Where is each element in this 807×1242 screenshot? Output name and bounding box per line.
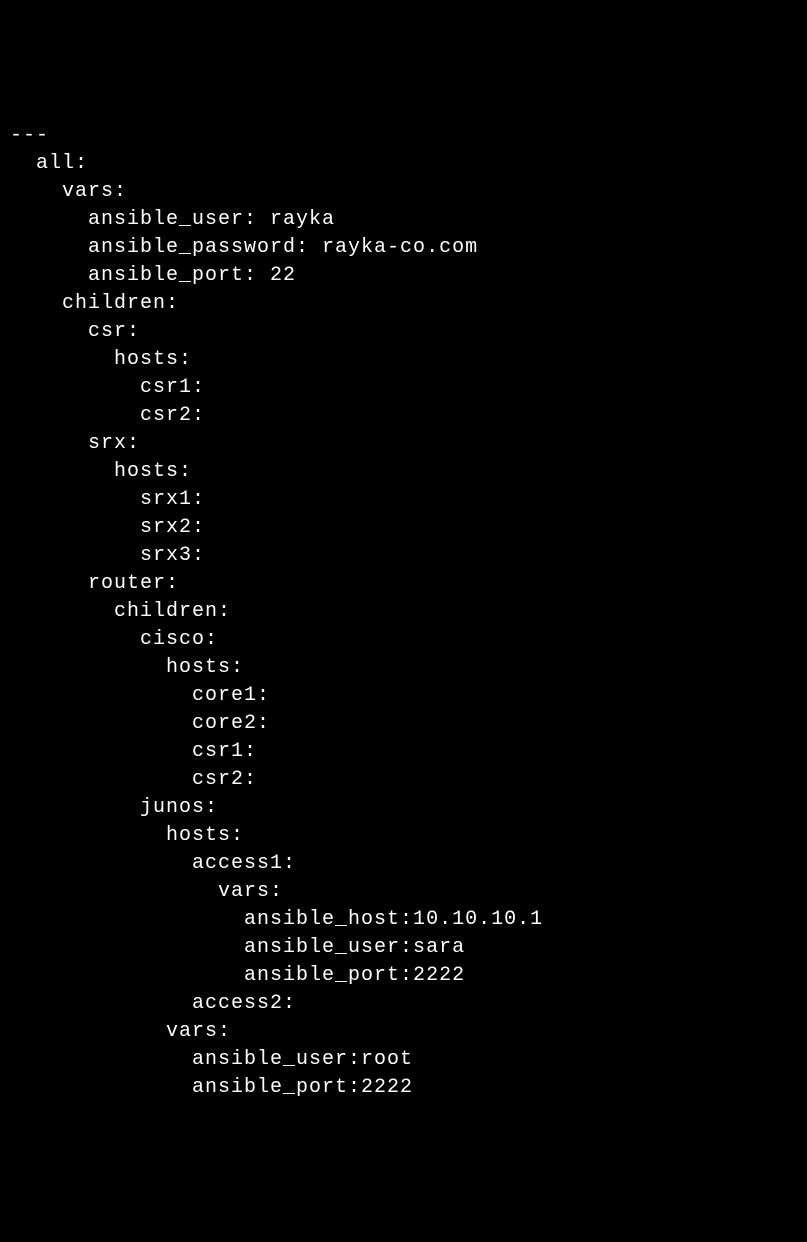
yaml-line: children: bbox=[10, 600, 231, 623]
yaml-line: hosts: bbox=[10, 348, 192, 371]
terminal-output: --- all: vars: ansible_user: rayka ansib… bbox=[10, 122, 797, 1102]
yaml-line: srx1: bbox=[10, 488, 205, 511]
yaml-line: csr2: bbox=[10, 768, 257, 791]
yaml-line: hosts: bbox=[10, 460, 192, 483]
yaml-line: csr2: bbox=[10, 404, 205, 427]
yaml-line: hosts: bbox=[10, 824, 244, 847]
yaml-line: ansible_user: rayka bbox=[10, 208, 335, 231]
yaml-line: ansible_password: rayka-co.com bbox=[10, 236, 478, 259]
yaml-line: vars: bbox=[10, 880, 283, 903]
yaml-line: ansible_port:2222 bbox=[10, 964, 465, 987]
yaml-line: csr1: bbox=[10, 376, 205, 399]
yaml-line: --- bbox=[10, 124, 49, 147]
yaml-line: children: bbox=[10, 292, 179, 315]
yaml-line: csr: bbox=[10, 320, 140, 343]
yaml-line: access1: bbox=[10, 852, 296, 875]
yaml-line: ansible_port: 22 bbox=[10, 264, 296, 287]
yaml-line: core1: bbox=[10, 684, 270, 707]
yaml-line: hosts: bbox=[10, 656, 244, 679]
yaml-line: ansible_host:10.10.10.1 bbox=[10, 908, 543, 931]
yaml-line: vars: bbox=[10, 1020, 231, 1043]
yaml-line: junos: bbox=[10, 796, 218, 819]
yaml-line: srx3: bbox=[10, 544, 205, 567]
yaml-line: ansible_user:root bbox=[10, 1048, 413, 1071]
yaml-line: srx2: bbox=[10, 516, 205, 539]
yaml-line: access2: bbox=[10, 992, 296, 1015]
yaml-line: ansible_user:sara bbox=[10, 936, 465, 959]
yaml-line: router: bbox=[10, 572, 179, 595]
yaml-line: ansible_port:2222 bbox=[10, 1076, 413, 1099]
yaml-line: vars: bbox=[10, 180, 127, 203]
yaml-line: all: bbox=[10, 152, 88, 175]
yaml-line: csr1: bbox=[10, 740, 257, 763]
yaml-line: cisco: bbox=[10, 628, 218, 651]
yaml-line: core2: bbox=[10, 712, 270, 735]
yaml-line: srx: bbox=[10, 432, 140, 455]
